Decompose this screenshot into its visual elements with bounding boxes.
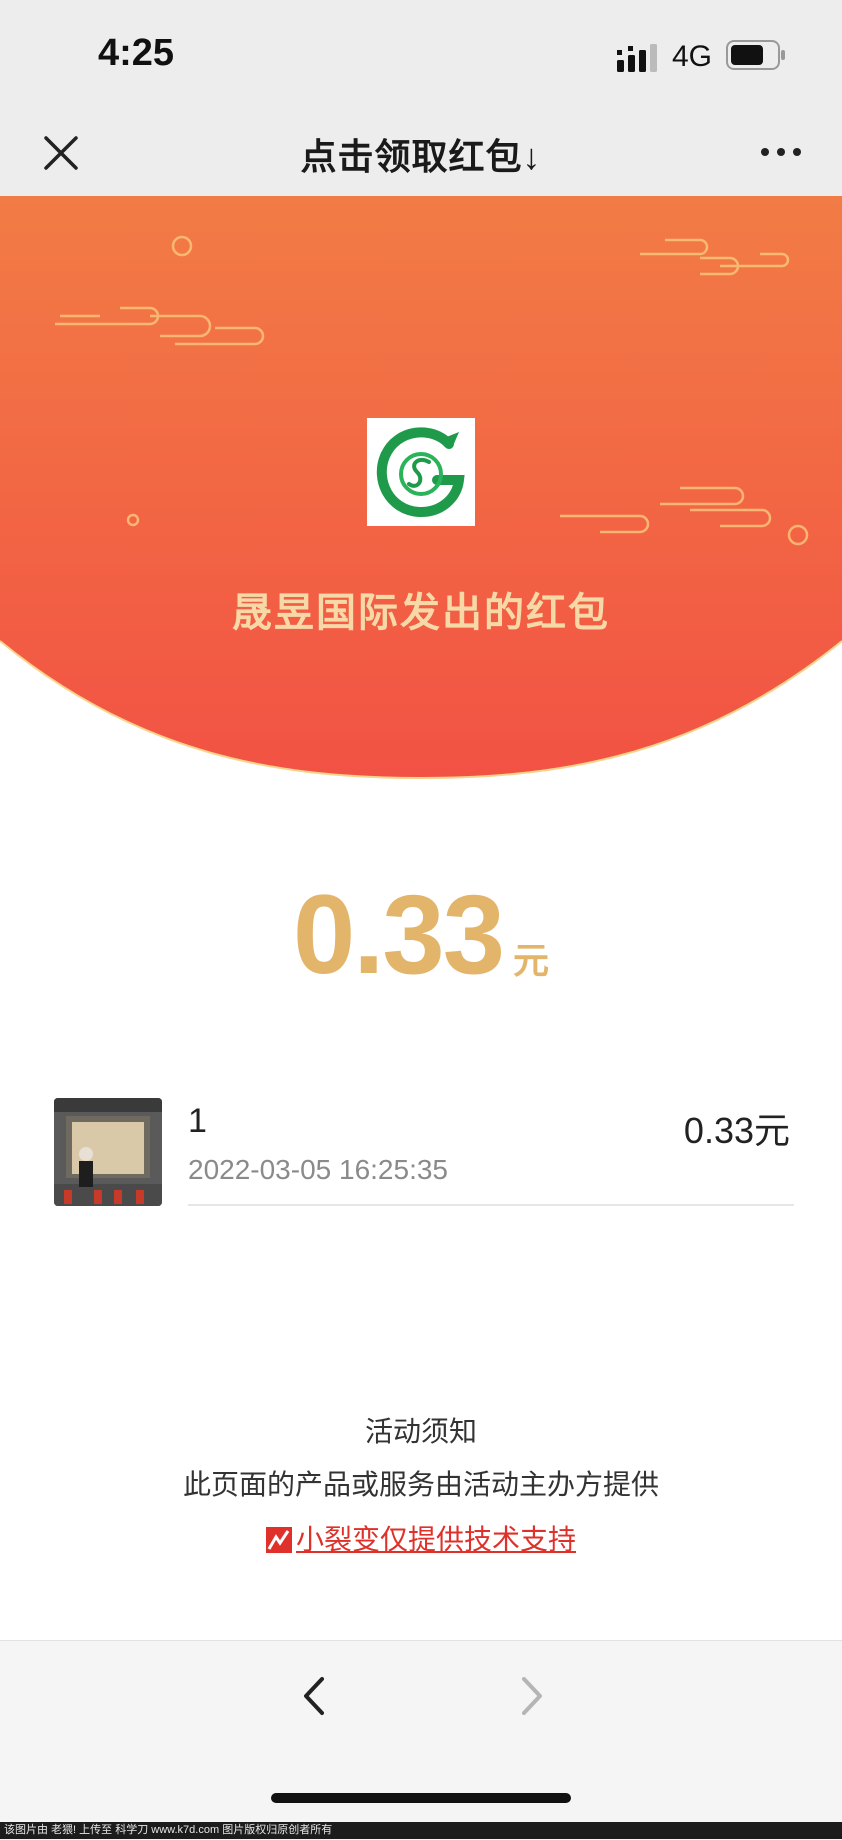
amount-value: 0.33 bbox=[293, 872, 505, 997]
provider-statement: 此页面的产品或服务由活动主办方提供 bbox=[182, 1469, 659, 1500]
divider bbox=[188, 1204, 794, 1206]
record-name: 1 bbox=[188, 1102, 207, 1140]
battery-icon bbox=[726, 40, 785, 70]
avatar bbox=[54, 1098, 162, 1206]
status-time: 4:25 bbox=[98, 32, 175, 74]
watermark-strip: 该图片由 老猥! 上传至 科学刀 www.k7d.com 图片版权归原创者所有 bbox=[0, 1822, 842, 1839]
record-amount: 0.33元 bbox=[683, 1110, 790, 1151]
back-arrow-icon[interactable] bbox=[296, 1671, 332, 1721]
activity-notice-link[interactable]: 活动须知 bbox=[0, 1410, 842, 1450]
signal-icon bbox=[617, 44, 657, 72]
sender-label: 晟昱国际发出的红包 bbox=[232, 591, 610, 635]
sender-logo bbox=[367, 418, 475, 526]
page-title: 点击领取红包↓ bbox=[300, 136, 542, 177]
nav-bar: 点击领取红包↓ bbox=[0, 110, 842, 196]
amount-unit: 元 bbox=[512, 940, 549, 981]
home-indicator bbox=[271, 1793, 571, 1803]
forward-arrow-icon bbox=[522, 1677, 542, 1715]
browser-toolbar bbox=[0, 1640, 842, 1840]
record-time: 2022-03-05 16:25:35 bbox=[188, 1154, 448, 1185]
more-options-icon[interactable] bbox=[756, 132, 806, 172]
tech-support-link[interactable]: 小裂变仅提供技术支持 bbox=[296, 1524, 576, 1555]
tech-support: 小裂变仅提供技术支持 bbox=[0, 1518, 842, 1558]
fission-logo-icon bbox=[265, 1527, 292, 1553]
status-bar: 4:25 4G bbox=[0, 0, 842, 110]
amount-display: 0.33 元 bbox=[0, 870, 842, 999]
list-item: 1 2022-03-05 16:25:35 0.33元 bbox=[54, 1098, 794, 1208]
network-label: 4G bbox=[672, 40, 713, 73]
